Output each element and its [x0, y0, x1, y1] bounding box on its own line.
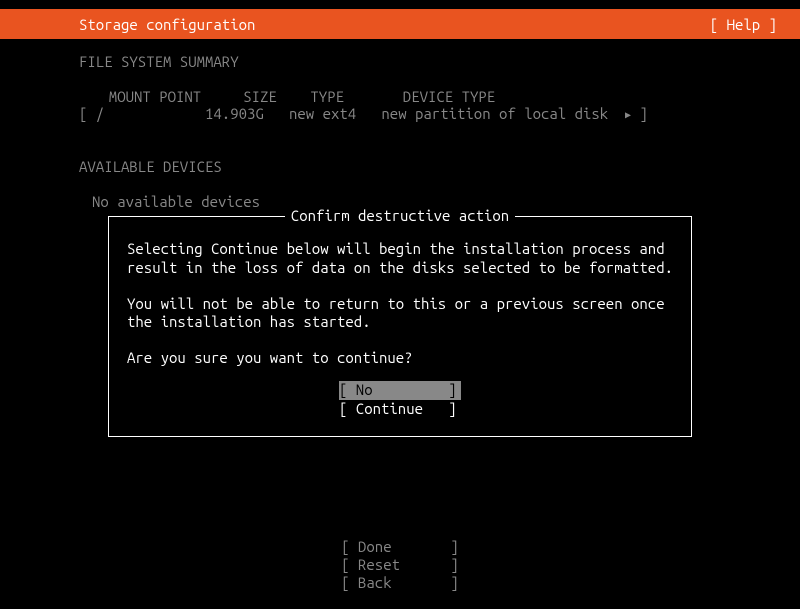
- dialog-paragraph-3: Are you sure you want to continue?: [127, 349, 673, 368]
- dialog-title: Confirm destructive action: [285, 207, 515, 224]
- confirm-dialog: Confirm destructive action Selecting Con…: [108, 216, 692, 437]
- dialog-paragraph-1: Selecting Continue below will begin the …: [127, 240, 673, 278]
- filesystem-summary-heading: FILE SYSTEM SUMMARY: [0, 53, 800, 70]
- dialog-paragraph-2: You will not be able to return to this o…: [127, 295, 673, 333]
- done-button[interactable]: [ Done ]: [0, 538, 800, 556]
- dialog-title-wrap: Confirm destructive action: [109, 207, 691, 224]
- dialog-body: Selecting Continue below will begin the …: [109, 217, 691, 436]
- dialog-button-group: [ No ] [ Continue ]: [127, 381, 673, 419]
- filesystem-table-header: MOUNT POINT SIZE TYPE DEVICE TYPE: [0, 88, 800, 105]
- continue-button[interactable]: [ Continue ]: [339, 400, 461, 419]
- filesystem-table-row[interactable]: [ / 14.903G new ext4 new partition of lo…: [0, 105, 800, 122]
- page-title: Storage configuration: [79, 16, 255, 33]
- no-button[interactable]: [ No ]: [339, 381, 461, 400]
- footer-buttons: [ Done ] [ Reset ] [ Back ]: [0, 538, 800, 592]
- back-button[interactable]: [ Back ]: [0, 574, 800, 592]
- main-content: FILE SYSTEM SUMMARY MOUNT POINT SIZE TYP…: [0, 39, 800, 210]
- reset-button[interactable]: [ Reset ]: [0, 556, 800, 574]
- help-button[interactable]: [ Help ]: [706, 16, 781, 33]
- header-bar: Storage configuration [ Help ]: [0, 9, 800, 39]
- available-devices-heading: AVAILABLE DEVICES: [0, 158, 800, 175]
